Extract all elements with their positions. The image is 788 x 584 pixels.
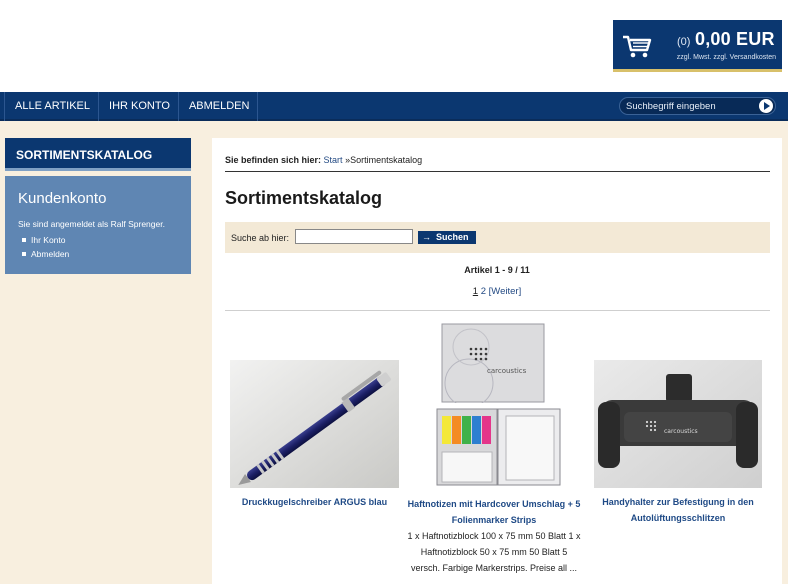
main-navigation: ALLE ARTIKEL IHR KONTO ABMELDEN — [0, 92, 788, 121]
breadcrumb-start-link[interactable]: Start — [324, 155, 343, 165]
arrow-right-icon: → — [422, 232, 431, 242]
catalog-search-input[interactable] — [295, 229, 413, 244]
catalog-search-bar: Suche ab hier: → Suchen — [225, 222, 770, 253]
breadcrumb: Sie befinden sich hier: Start »Sortiment… — [225, 155, 422, 165]
cart-tax-note: zzgl. Mwst. zzgl. Versandkosten — [676, 54, 776, 61]
listing-divider — [225, 310, 770, 311]
article-count: Artikel 1 - 9 / 11 — [464, 265, 530, 275]
product-title-pen[interactable]: Druckkugelschreiber ARGUS blau — [230, 494, 399, 510]
search-button-label: Suchen — [436, 232, 469, 242]
cart-summary[interactable]: (0) 0,00 EUR zzgl. Mwst. zzgl. Versandko… — [613, 20, 782, 72]
breadcrumb-prefix: Sie befinden sich hier: — [225, 155, 322, 165]
sidebar-catalog-link[interactable]: SORTIMENTSKATALOG — [5, 138, 191, 171]
pagination: 1 2 [Weiter] — [212, 286, 782, 297]
account-box-title: Kundenkonto — [18, 190, 107, 207]
nav-my-account[interactable]: IHR KONTO — [99, 92, 179, 121]
search-go-icon[interactable] — [759, 99, 773, 113]
cart-item-count: (0) — [677, 36, 691, 48]
cart-total: 0,00 EUR — [695, 29, 775, 49]
sidebar-catalog-label: SORTIMENTSKATALOG — [16, 148, 153, 162]
search-label: Suche ab hier: — [231, 233, 290, 243]
header: (0) 0,00 EUR zzgl. Mwst. zzgl. Versandko… — [0, 0, 788, 92]
sidebar-account-box: Kundenkonto Sie sind angemeldet als Ralf… — [5, 176, 191, 274]
breadcrumb-divider — [225, 171, 770, 172]
nav-logout[interactable]: ABMELDEN — [179, 92, 259, 121]
product-image-sticky-notes-open[interactable] — [436, 408, 562, 488]
breadcrumb-current: Sortimentskatalog — [350, 155, 423, 165]
account-link-logout[interactable]: Abmelden — [22, 247, 69, 261]
account-links: Ihr Konto Abmelden — [22, 233, 69, 261]
brand-logo-text: carcoustics — [664, 428, 698, 435]
product-image-pen[interactable] — [230, 360, 399, 488]
nav-search-input[interactable] — [626, 99, 754, 113]
shopping-cart-icon — [623, 35, 652, 58]
page-title: Sortimentskatalog — [225, 188, 383, 208]
brand-logo-text: carcoustics — [487, 367, 527, 375]
cart-accent-stripe — [613, 69, 782, 72]
product-title-phone-holder[interactable]: Handyhalter zur Befestigung in den Autol… — [592, 494, 764, 526]
product-description-sticky-notes: 1 x Haftnotizblock 100 x 75 mm 50 Blatt … — [407, 531, 581, 573]
page-link-1[interactable]: 1 — [473, 286, 478, 297]
next-page-link[interactable]: [Weiter] — [489, 286, 522, 297]
product-title-sticky-notes[interactable]: Haftnotizen mit Hardcover Umschlag + 5 F… — [405, 496, 583, 528]
product-image-phone-holder[interactable]: carcoustics — [594, 360, 762, 488]
logged-in-text: Sie sind angemeldet als Ralf Sprenger. — [18, 219, 165, 229]
account-link-my-account[interactable]: Ihr Konto — [22, 233, 69, 247]
nav-all-articles[interactable]: ALLE ARTIKEL — [4, 92, 100, 121]
product-image-sticky-notes[interactable]: carcoustics — [441, 323, 545, 403]
nav-search-box — [619, 97, 776, 115]
page-link-2[interactable]: 2 — [481, 286, 486, 297]
main-content: Sie befinden sich hier: Start »Sortiment… — [212, 138, 782, 584]
search-button[interactable]: → Suchen — [418, 231, 476, 244]
